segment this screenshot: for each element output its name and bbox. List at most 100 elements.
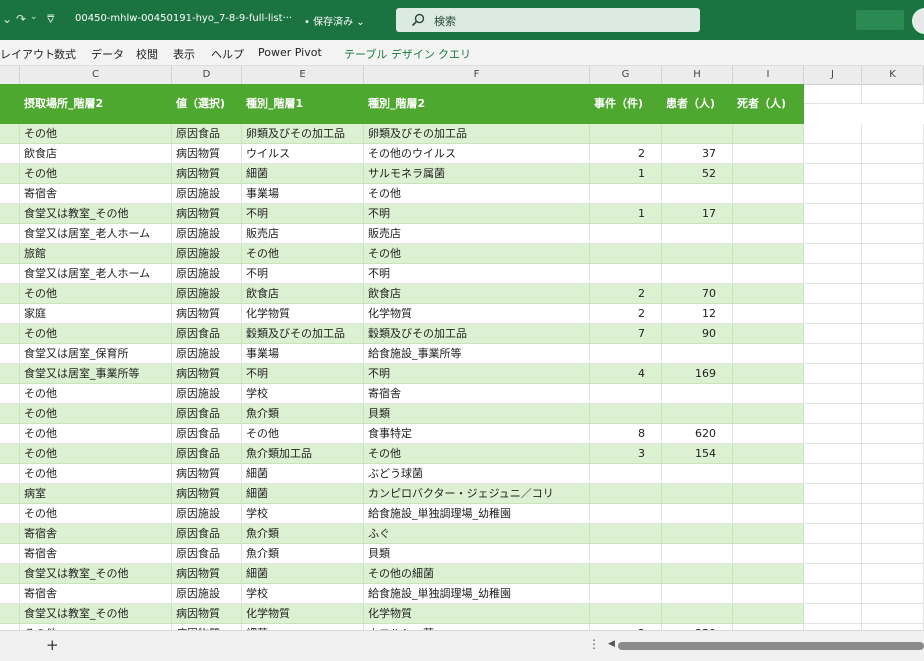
table-cell[interactable]: 寄宿舎 bbox=[20, 584, 172, 604]
empty-cell[interactable] bbox=[804, 364, 862, 384]
table-cell[interactable] bbox=[662, 464, 733, 484]
table-cell[interactable]: 学校 bbox=[242, 584, 364, 604]
table-cell[interactable]: 原因食品 bbox=[172, 404, 242, 424]
table-cell[interactable]: 原因施設 bbox=[172, 264, 242, 284]
empty-cell[interactable] bbox=[804, 84, 862, 104]
table-cell[interactable]: 穀類及びその加工品 bbox=[242, 324, 364, 344]
table-cell[interactable] bbox=[662, 504, 733, 524]
table-cell[interactable] bbox=[590, 384, 662, 404]
row-gutter-cell[interactable] bbox=[0, 364, 20, 384]
column-header-g[interactable]: G bbox=[590, 66, 662, 84]
table-cell[interactable]: 原因施設 bbox=[172, 584, 242, 604]
empty-cell[interactable] bbox=[804, 444, 862, 464]
table-cell[interactable]: 寄宿舎 bbox=[364, 384, 590, 404]
row-gutter-cell[interactable] bbox=[0, 184, 20, 204]
row-gutter-cell[interactable] bbox=[0, 284, 20, 304]
column-header-h[interactable]: H bbox=[662, 66, 733, 84]
empty-cell[interactable] bbox=[862, 344, 924, 364]
table-cell[interactable]: その他 bbox=[242, 244, 364, 264]
table-cell[interactable]: 給食施設_単独調理場_幼稚園 bbox=[364, 584, 590, 604]
row-gutter-cell[interactable] bbox=[0, 604, 20, 624]
table-cell[interactable]: 病因物質 bbox=[172, 304, 242, 324]
tab-table-design[interactable]: テーブル デザイン bbox=[344, 46, 435, 62]
row-gutter-cell[interactable] bbox=[0, 344, 20, 364]
row-gutter-cell[interactable] bbox=[0, 524, 20, 544]
column-header-e[interactable]: E bbox=[242, 66, 364, 84]
empty-cell[interactable] bbox=[862, 364, 924, 384]
tab-query[interactable]: クエリ bbox=[438, 46, 471, 62]
empty-cell[interactable] bbox=[862, 424, 924, 444]
table-cell[interactable]: 貝類 bbox=[364, 404, 590, 424]
table-cell[interactable] bbox=[733, 244, 804, 264]
add-sheet-button[interactable]: + bbox=[46, 636, 59, 654]
table-cell[interactable]: 原因食品 bbox=[172, 324, 242, 344]
empty-cell[interactable] bbox=[804, 424, 862, 444]
table-cell[interactable]: 原因施設 bbox=[172, 504, 242, 524]
column-header-j[interactable]: J bbox=[804, 66, 862, 84]
table-cell[interactable]: 飲食店 bbox=[364, 284, 590, 304]
empty-cell[interactable] bbox=[804, 524, 862, 544]
table-cell[interactable]: 飲食店 bbox=[20, 144, 172, 164]
table-cell[interactable]: 化学物質 bbox=[242, 604, 364, 624]
table-cell[interactable]: 12 bbox=[662, 304, 733, 324]
table-cell[interactable]: その他 bbox=[20, 424, 172, 444]
empty-cell[interactable] bbox=[862, 324, 924, 344]
empty-cell[interactable] bbox=[862, 224, 924, 244]
table-cell[interactable]: 穀類及びその加工品 bbox=[364, 324, 590, 344]
empty-cell[interactable] bbox=[804, 304, 862, 324]
table-cell[interactable]: 90 bbox=[662, 324, 733, 344]
table-cell[interactable] bbox=[590, 244, 662, 264]
table-cell[interactable]: 細菌 bbox=[242, 164, 364, 184]
table-header-cell[interactable]: 値（選択) bbox=[172, 84, 242, 124]
table-cell[interactable]: 病因物質 bbox=[172, 144, 242, 164]
table-cell[interactable]: 細菌 bbox=[242, 464, 364, 484]
table-cell[interactable]: 学校 bbox=[242, 504, 364, 524]
table-cell[interactable] bbox=[590, 484, 662, 504]
table-cell[interactable]: その他 bbox=[20, 324, 172, 344]
table-cell[interactable] bbox=[662, 604, 733, 624]
table-cell[interactable] bbox=[733, 504, 804, 524]
table-cell[interactable]: その他 bbox=[242, 424, 364, 444]
table-cell[interactable]: 不明 bbox=[242, 204, 364, 224]
table-cell[interactable] bbox=[733, 324, 804, 344]
row-gutter-cell[interactable] bbox=[0, 404, 20, 424]
empty-cell[interactable] bbox=[804, 184, 862, 204]
table-cell[interactable]: 寄宿舎 bbox=[20, 524, 172, 544]
table-cell[interactable]: 620 bbox=[662, 424, 733, 444]
table-cell[interactable]: 化学物質 bbox=[242, 304, 364, 324]
empty-cell[interactable] bbox=[804, 164, 862, 184]
empty-cell[interactable] bbox=[862, 584, 924, 604]
table-cell[interactable] bbox=[662, 484, 733, 504]
table-header-cell[interactable]: 事件（件) bbox=[590, 84, 662, 124]
table-cell[interactable]: 原因食品 bbox=[172, 124, 242, 144]
table-cell[interactable]: 学校 bbox=[242, 384, 364, 404]
tab-data[interactable]: データ bbox=[91, 46, 124, 62]
table-cell[interactable] bbox=[733, 304, 804, 324]
tab-layout[interactable]: レイアウト bbox=[0, 46, 55, 62]
row-gutter-cell[interactable] bbox=[0, 224, 20, 244]
empty-cell[interactable] bbox=[804, 404, 862, 424]
table-cell[interactable] bbox=[590, 584, 662, 604]
empty-cell[interactable] bbox=[804, 284, 862, 304]
empty-cell[interactable] bbox=[862, 164, 924, 184]
tab-review[interactable]: 校閲 bbox=[136, 46, 158, 62]
table-header-cell[interactable]: 種別_階層1 bbox=[242, 84, 364, 124]
empty-cell[interactable] bbox=[862, 444, 924, 464]
table-cell[interactable]: 飲食店 bbox=[242, 284, 364, 304]
table-cell[interactable]: 病因物質 bbox=[172, 464, 242, 484]
table-cell[interactable] bbox=[733, 524, 804, 544]
empty-cell[interactable] bbox=[862, 284, 924, 304]
table-cell[interactable] bbox=[733, 284, 804, 304]
row-gutter-cell[interactable] bbox=[0, 444, 20, 464]
table-cell[interactable]: 食堂又は居室_老人ホーム bbox=[20, 264, 172, 284]
table-cell[interactable] bbox=[733, 364, 804, 384]
table-cell[interactable]: カンピロバクター・ジェジュニ／コリ bbox=[364, 484, 590, 504]
table-cell[interactable] bbox=[733, 604, 804, 624]
row-gutter-cell[interactable] bbox=[0, 204, 20, 224]
empty-cell[interactable] bbox=[804, 224, 862, 244]
table-cell[interactable]: その他 bbox=[364, 444, 590, 464]
table-cell[interactable] bbox=[590, 604, 662, 624]
table-cell[interactable] bbox=[590, 264, 662, 284]
more-options-icon[interactable]: ⋮ bbox=[588, 637, 600, 651]
table-cell[interactable] bbox=[590, 344, 662, 364]
